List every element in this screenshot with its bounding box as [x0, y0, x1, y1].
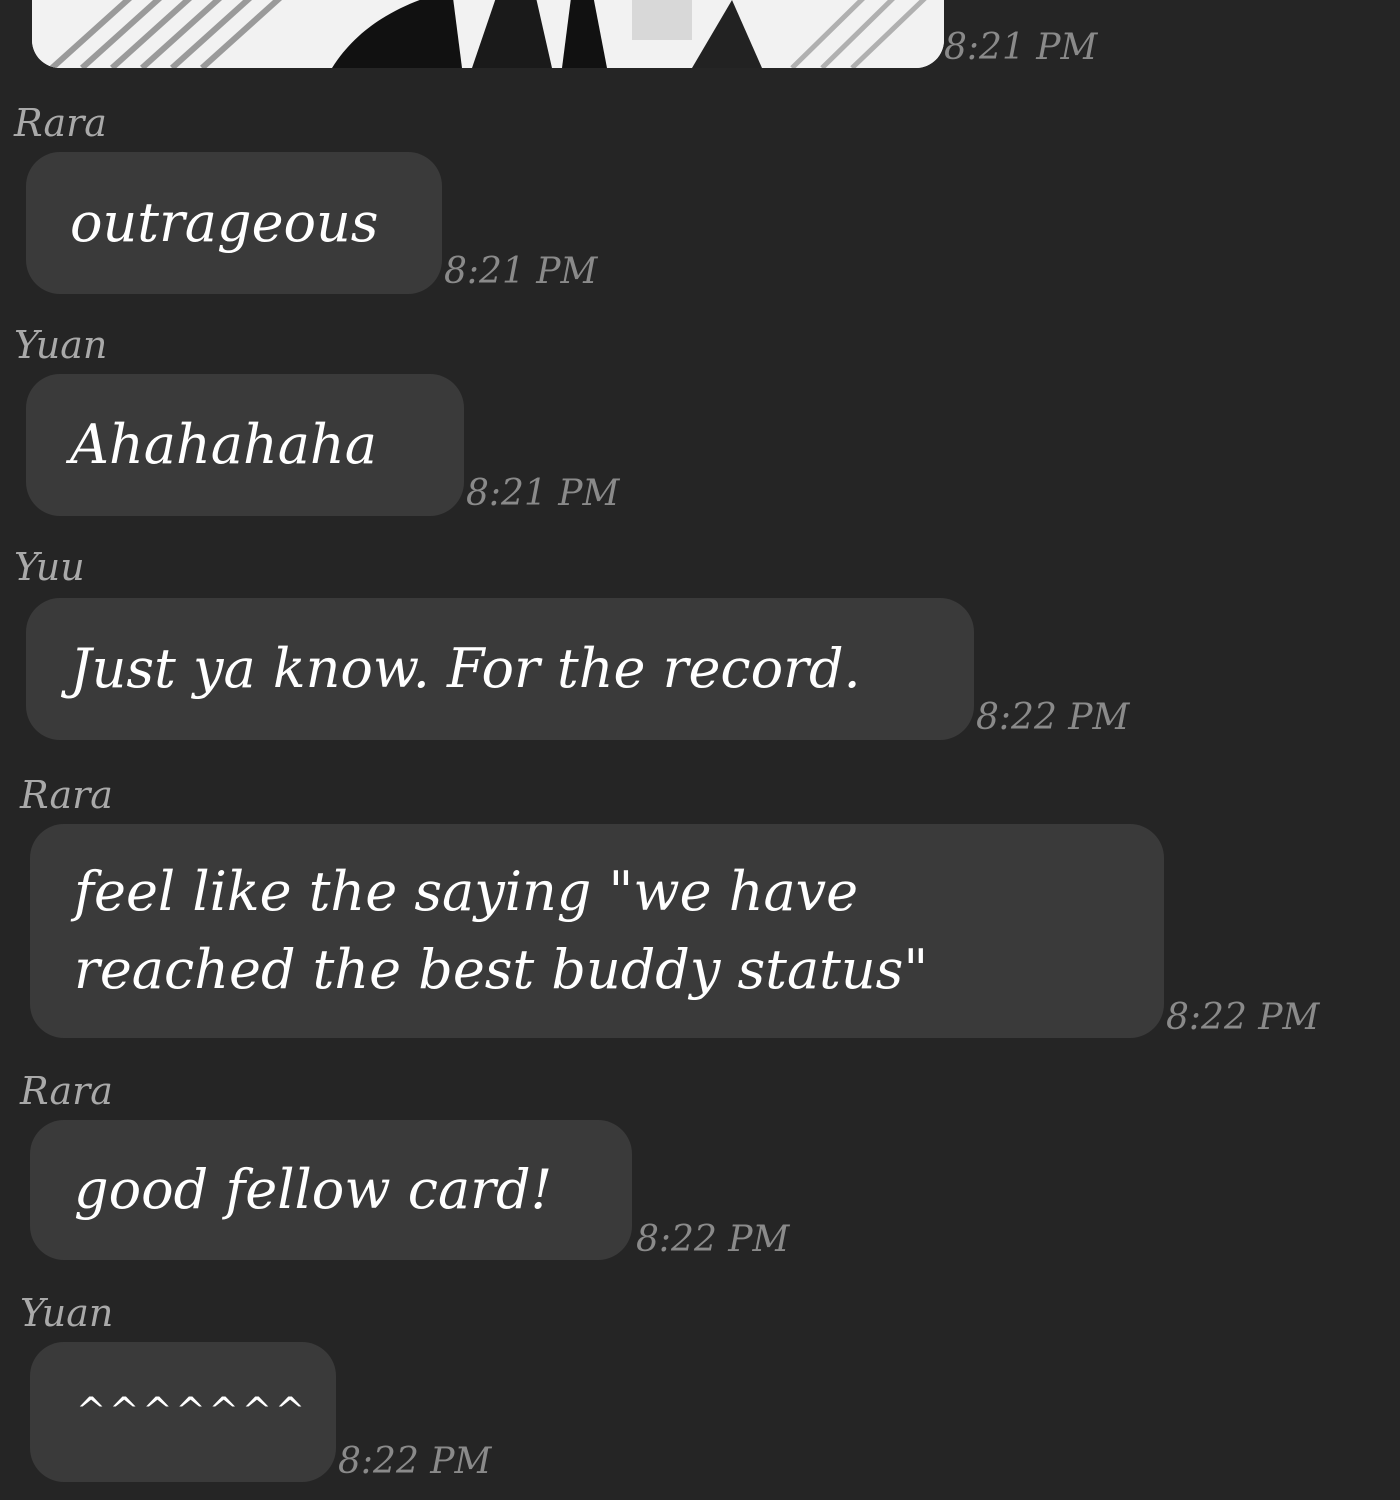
message-text: Just ya know. For the record.	[70, 637, 861, 700]
image-timestamp: 8:21 PM	[944, 27, 1098, 68]
message-timestamp: 8:22 PM	[976, 697, 1130, 738]
message-sender: Rara	[14, 101, 107, 145]
message-sender: Rara	[20, 1069, 113, 1113]
message-timestamp: 8:22 PM	[338, 1441, 492, 1482]
message-timestamp: 8:21 PM	[444, 251, 598, 292]
message-text: ^^^^^^^	[76, 1391, 309, 1432]
message-bubble[interactable]: Just ya know. For the record.	[26, 598, 974, 740]
message-bubble[interactable]: feel like the saying "we have reached th…	[30, 824, 1164, 1038]
chat-conversation: 8:21 PM Rara outrageous 8:21 PM Yuan Aha…	[0, 0, 1400, 1500]
message-bubble[interactable]: ^^^^^^^	[30, 1342, 336, 1482]
message-sender: Yuan	[14, 323, 108, 367]
message-sender: Yuan	[20, 1291, 114, 1335]
message-timestamp: 8:22 PM	[636, 1219, 790, 1260]
message-bubble[interactable]: outrageous	[26, 152, 442, 294]
message-timestamp: 8:22 PM	[1166, 997, 1320, 1038]
message-timestamp: 8:21 PM	[466, 473, 620, 514]
message-sender: Yuu	[14, 545, 85, 589]
message-text: outrageous	[70, 191, 379, 254]
message-text: good fellow card!	[74, 1158, 553, 1221]
image-message[interactable]	[32, 0, 944, 68]
message-bubble[interactable]: Ahahahaha	[26, 374, 464, 516]
message-sender: Rara	[20, 773, 113, 817]
message-text: Ahahahaha	[70, 413, 377, 476]
message-bubble[interactable]: good fellow card!	[30, 1120, 632, 1260]
manga-image	[32, 0, 944, 68]
message-text: feel like the saying "we have reached th…	[74, 860, 929, 1001]
